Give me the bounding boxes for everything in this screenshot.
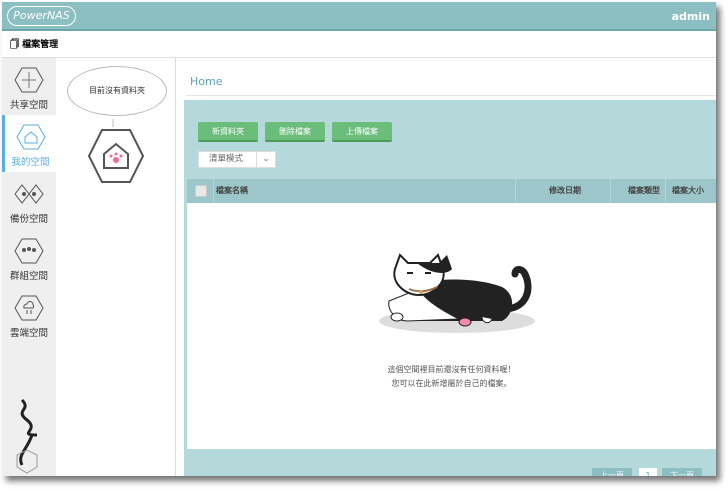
sidebar-item-label: 我的空間 bbox=[11, 157, 50, 168]
page-header: 🗍 檔案管理 bbox=[2, 33, 716, 58]
empty-message-line1: 這個空間裡目前還沒有任何資料喔！ bbox=[387, 365, 516, 374]
logo[interactable]: PowerNAS bbox=[7, 6, 76, 26]
empty-message: 這個空間裡目前還沒有任何資料喔！ 您可以在此新增屬於自己的檔案。 bbox=[187, 363, 716, 391]
column-type[interactable]: 檔案類型 bbox=[610, 179, 660, 203]
next-page-button[interactable]: 下一頁 bbox=[662, 468, 702, 476]
sidebar-item-label: 群組空間 bbox=[9, 271, 48, 282]
home-icon bbox=[15, 124, 46, 150]
sidebar-item-my-space[interactable]: 我的空間 bbox=[2, 115, 56, 172]
backup-icon bbox=[14, 184, 44, 204]
page-title: 檔案管理 bbox=[22, 40, 59, 50]
empty-message-line2: 您可以在此新增屬於自己的檔案。 bbox=[391, 379, 512, 388]
new-folder-button[interactable]: 新資料夾 bbox=[198, 122, 258, 142]
table-header: 檔案名稱 修改日期 檔案類型 檔案大小 bbox=[187, 179, 716, 203]
upload-file-button[interactable]: 上傳檔案 bbox=[332, 122, 392, 142]
top-bar: PowerNAS admin bbox=[2, 2, 716, 31]
sidebar-item-label: 雲端空間 bbox=[9, 328, 48, 339]
sidebar-item-backup[interactable]: 備份空間 bbox=[2, 172, 56, 229]
page-1-button[interactable]: 1 bbox=[639, 468, 657, 476]
user-menu[interactable]: admin bbox=[672, 10, 710, 23]
divider bbox=[186, 95, 716, 96]
watermark-signature bbox=[8, 395, 128, 475]
signature-mark bbox=[16, 398, 38, 474]
delete-file-button[interactable]: 刪除檔案 bbox=[265, 122, 325, 142]
puzzle-icon bbox=[14, 67, 44, 93]
column-size[interactable]: 檔案大小 bbox=[665, 179, 715, 203]
prev-page-button[interactable]: 上一頁 bbox=[592, 468, 632, 476]
sidebar-item-label: 備份空間 bbox=[9, 214, 48, 225]
column-name[interactable]: 檔案名稱 bbox=[213, 179, 248, 203]
main-content: Home 新資料夾 刪除檔案 上傳檔案 清單模式 ⌄ 檔案名稱 修改日期 檔案類型… bbox=[176, 58, 716, 476]
view-mode-select[interactable]: 清單模式 ⌄ bbox=[198, 151, 276, 168]
empty-folders-bubble: 目前沒有資料夾 bbox=[67, 66, 167, 116]
file-panel: 新資料夾 刪除檔案 上傳檔案 清單模式 ⌄ 檔案名稱 修改日期 檔案類型 檔案大小… bbox=[184, 100, 716, 476]
breadcrumb-home[interactable]: Home bbox=[190, 75, 222, 88]
cat-illustration bbox=[379, 253, 535, 333]
file-icon: 🗍 bbox=[10, 40, 19, 50]
sidebar-item-cloud[interactable]: 雲端空間 bbox=[2, 286, 56, 343]
house-paw-icon bbox=[87, 119, 145, 183]
view-mode-value: 清單模式 bbox=[209, 154, 244, 164]
sidebar-item-group[interactable]: 群組空間 bbox=[2, 229, 56, 286]
sidebar-item-shared[interactable]: 共享空間 bbox=[2, 58, 56, 115]
sidebar-item-label: 共享空間 bbox=[9, 100, 48, 111]
chevron-down-icon: ⌄ bbox=[256, 152, 275, 167]
select-all-checkbox[interactable] bbox=[195, 185, 207, 197]
table-body: 這個空間裡目前還沒有任何資料喔！ 您可以在此新增屬於自己的檔案。 bbox=[187, 203, 716, 449]
column-modified[interactable]: 修改日期 bbox=[515, 179, 609, 203]
cloud-icon bbox=[14, 295, 44, 321]
group-icon bbox=[14, 238, 44, 264]
